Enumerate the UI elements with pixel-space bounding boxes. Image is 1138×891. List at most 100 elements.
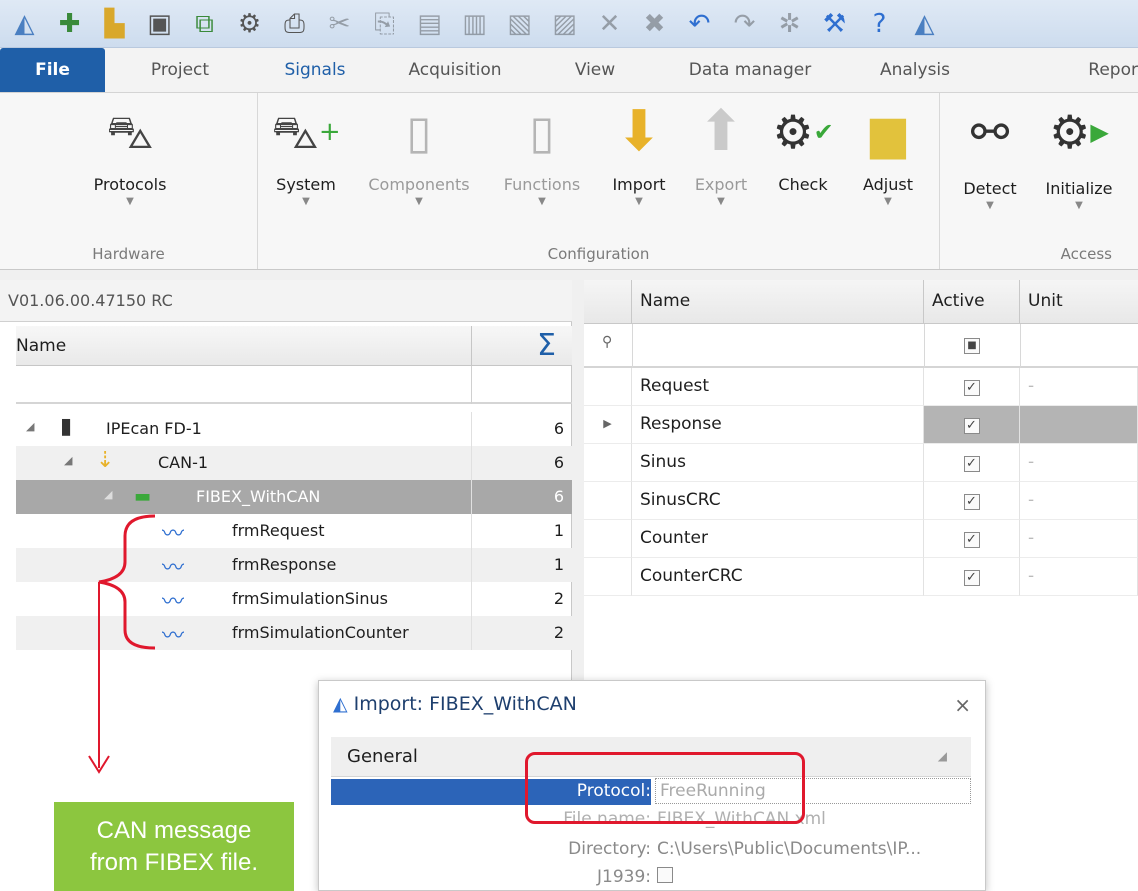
paste-special-icon[interactable]: ▥ [456, 5, 493, 42]
initialize-button[interactable]: ⚙ ▶ Initialize ▼ [1034, 99, 1124, 219]
column-header-name[interactable]: Name [632, 280, 924, 324]
tree-filter-row[interactable] [16, 366, 572, 404]
tab-project[interactable]: Project [105, 48, 255, 92]
active-checkbox[interactable]: ✓ [963, 456, 980, 472]
app-icon: ◭ [333, 693, 348, 715]
collapse-icon[interactable]: ◢ [938, 749, 947, 763]
active-checkbox[interactable]: ✓ [963, 494, 980, 510]
tab-file[interactable]: File [0, 48, 105, 92]
paste-icon[interactable]: ▤ [411, 5, 448, 42]
print-icon[interactable]: ⎙ [276, 5, 313, 42]
grid-header: Name Active Unit [584, 280, 1138, 324]
grid-row[interactable]: Sinus ✓ - [584, 444, 1138, 482]
j1939-checkbox[interactable] [657, 867, 673, 883]
fibex-icon: ▬ [134, 486, 152, 507]
property-row-directory[interactable]: Directory: C:\Users\Public\Documents\IP.… [331, 835, 971, 863]
tree-row-can-bus[interactable]: ◢ ⇣ CAN-1 6 [16, 446, 572, 480]
ribbon-tabs: File Project Signals Acquisition View Da… [0, 48, 1138, 92]
chevron-down-icon: ▼ [1075, 200, 1083, 211]
close-icon[interactable]: × [954, 693, 971, 717]
quick-access-toolbar: ◭ ✚ ▙ ▣ ⧉ ⚙ ⎙ ✂ ⎘ ▤ ▥ ▧ ▨ ✕ ✖ ↶ ↷ ✲ ⚒ ? … [0, 0, 1138, 48]
tab-report[interactable]: Repor [985, 48, 1138, 92]
group-configuration: ⛍ + System ▼ ▯ Components ▼ ▯ Functions ▼… [258, 93, 940, 269]
new-icon[interactable]: ✚ [51, 5, 88, 42]
functions-button[interactable]: ▯ Functions ▼ [492, 99, 592, 219]
active-checkbox[interactable]: ✓ [963, 380, 980, 396]
copy-format-icon[interactable]: ▧ [501, 5, 538, 42]
active-checkbox[interactable]: ✓ [963, 532, 980, 548]
annotation-callout: CAN message from FIBEX file. [54, 802, 294, 891]
frame-signal-icon: 〰 [162, 624, 185, 649]
collapse-icon[interactable]: ◢ [64, 454, 72, 467]
auto-icon[interactable]: ⚙ [231, 5, 268, 42]
grid-row[interactable]: CounterCRC ✓ - [584, 558, 1138, 596]
device-icon: ▮ [60, 414, 73, 439]
save-icon[interactable]: ▣ [141, 5, 178, 42]
detect-button[interactable]: ⚯ Detect ▼ [950, 99, 1030, 219]
grid-row[interactable]: Counter ✓ - [584, 520, 1138, 558]
grid-filter-row[interactable]: ⚲ ■ [584, 324, 1138, 368]
version-label: V01.06.00.47150 RC [0, 280, 572, 322]
frame-signal-icon: 〰 [162, 522, 185, 547]
grid-row[interactable]: Request ✓ - [584, 368, 1138, 406]
collapse-icon[interactable]: ◢ [104, 488, 112, 501]
frame-signal-icon: 〰 [162, 590, 185, 615]
app-icon[interactable]: ◭ [6, 5, 43, 42]
system-button[interactable]: ⛍ + System ▼ [266, 99, 346, 219]
redo-icon[interactable]: ↷ [726, 5, 763, 42]
tab-view[interactable]: View [535, 48, 655, 92]
export-button[interactable]: ⬆ Export ▼ [682, 99, 760, 219]
sum-icon[interactable]: Σ [471, 326, 572, 366]
active-checkbox[interactable]: ✓ [963, 570, 980, 586]
property-row-j1939[interactable]: J1939: [331, 863, 971, 891]
tree-header: Name Σ [16, 326, 572, 366]
grid-row[interactable]: SinusCRC ✓ - [584, 482, 1138, 520]
gear-check-icon: ⚙ ✔ [772, 105, 834, 159]
tab-analysis[interactable]: Analysis [845, 48, 985, 92]
chevron-down-icon: ▼ [415, 196, 423, 207]
annotation-highlight-box [525, 752, 805, 824]
dialog-title: ◭ Import: FIBEX_WithCAN [333, 693, 577, 715]
system-add-icon: ⛍ + [271, 105, 341, 159]
tree-row-fibex[interactable]: ◢ ▬ FIBEX_WithCAN 6 [16, 480, 572, 514]
check-button[interactable]: ⚙ ✔ Check [766, 99, 840, 219]
chevron-down-icon: ▼ [635, 196, 643, 207]
delete-icon[interactable]: ✕ [591, 5, 628, 42]
tools-icon[interactable]: ⚒ [816, 5, 853, 42]
ribbon: ⛍ Protocols ▼ Hardware ⛍ + System ▼ ▯ Com… [0, 92, 1138, 270]
components-button[interactable]: ▯ Components ▼ [354, 99, 484, 219]
grid-row[interactable]: ▶ Response ✓ [584, 406, 1138, 444]
protocols-button[interactable]: ⛍ Protocols ▼ [75, 99, 185, 219]
cut-icon[interactable]: ✂ [321, 5, 358, 42]
copy-icon[interactable]: ⎘ [366, 5, 403, 42]
collapse-icon[interactable]: ◢ [26, 420, 34, 433]
group-title-access: Access [1060, 245, 1112, 263]
paste-format-icon[interactable]: ▨ [546, 5, 583, 42]
column-header-name[interactable]: Name [16, 336, 66, 356]
can-bus-icon: ⇣ [96, 448, 115, 473]
save-all-icon[interactable]: ⧉ [186, 5, 223, 42]
column-header-unit[interactable]: Unit [1020, 280, 1138, 324]
active-checkbox[interactable]: ✓ [963, 418, 980, 434]
undo-icon[interactable]: ↶ [681, 5, 718, 42]
group-title-hardware: Hardware [92, 245, 165, 263]
frame-signal-icon: 〰 [162, 556, 185, 581]
open-folder-icon[interactable]: ▙ [96, 5, 133, 42]
filter-active-checkbox[interactable]: ■ [964, 338, 980, 354]
tab-signals[interactable]: Signals [255, 48, 375, 92]
components-icon: ▯ [406, 105, 432, 159]
tab-data-manager[interactable]: Data manager [655, 48, 845, 92]
delete-all-icon[interactable]: ✖ [636, 5, 673, 42]
settings-icon[interactable]: ✲ [771, 5, 808, 42]
chevron-down-icon: ▼ [538, 196, 546, 207]
import-button[interactable]: ⬇ Import ▼ [600, 99, 678, 219]
tree-row-device[interactable]: ◢ ▮ IPEcan FD-1 6 [16, 412, 572, 446]
column-header-active[interactable]: Active [924, 280, 1020, 324]
help-icon[interactable]: ? [861, 5, 898, 42]
tab-acquisition[interactable]: Acquisition [375, 48, 535, 92]
protocols-icon: ⛍ [106, 105, 154, 159]
about-icon[interactable]: ◭ [906, 5, 943, 42]
annotation-bracket [88, 514, 156, 774]
adjust-button[interactable]: ▆ Adjust ▼ [848, 99, 928, 219]
arrow-up-icon: ⬆ [697, 99, 745, 164]
